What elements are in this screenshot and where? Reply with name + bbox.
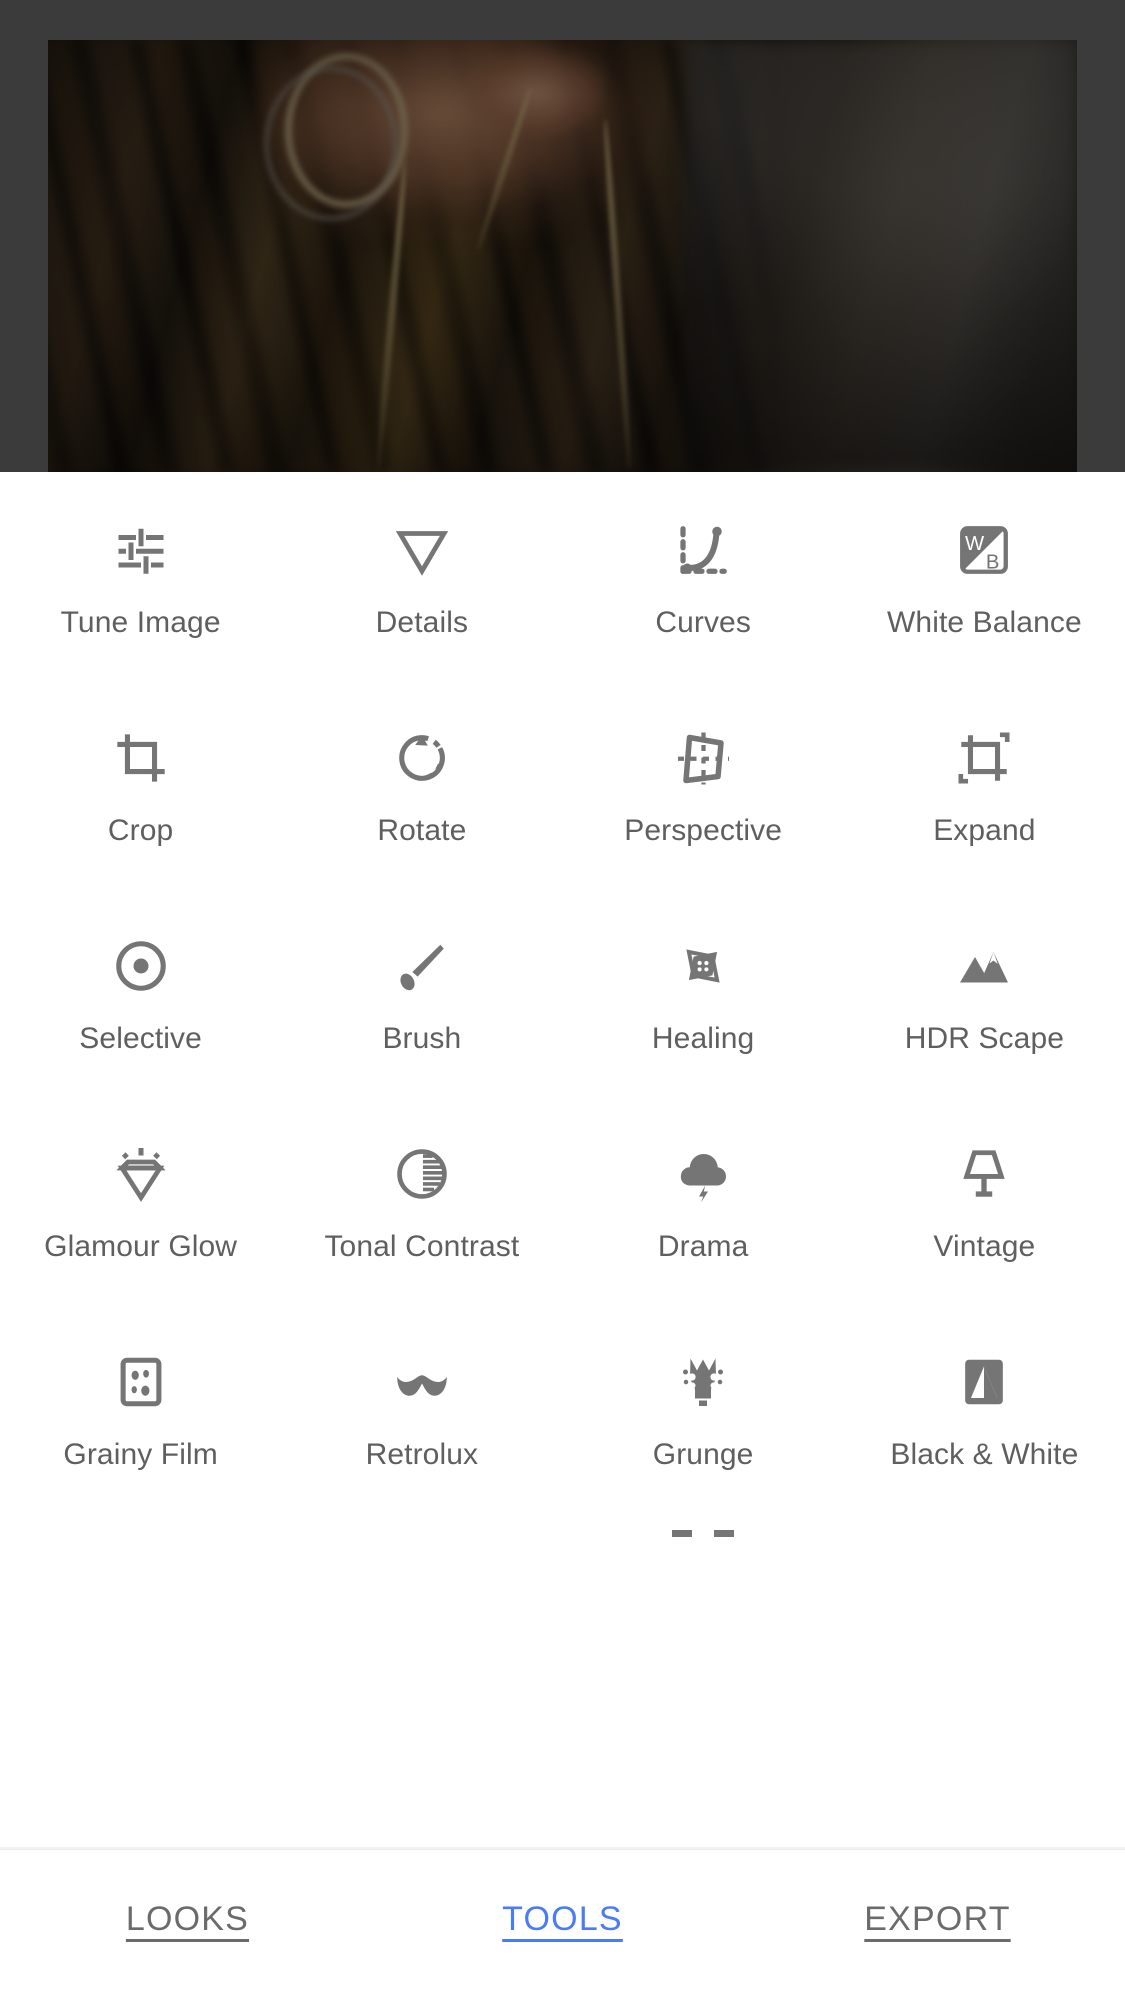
healing-bandage-icon <box>665 928 741 1004</box>
tab-export-label: EXPORT <box>864 1900 1011 1938</box>
tab-looks[interactable]: LOOKS <box>0 1850 375 1989</box>
drama-cloud-lightning-icon <box>665 1136 741 1212</box>
rotate-icon <box>384 720 460 796</box>
tool-tune-image[interactable]: Tune Image <box>0 490 281 698</box>
tools-grid-next-row-peek[interactable] <box>0 1530 1125 1556</box>
grunge-icon <box>665 1344 741 1420</box>
tonal-contrast-circle-icon <box>384 1136 460 1212</box>
peek-cell-3[interactable] <box>563 1530 844 1556</box>
tool-label: Grunge <box>652 1438 754 1471</box>
snapseed-tools-screen: Tune Image Details Curves W B White Bala… <box>0 0 1125 1989</box>
tune-sliders-icon <box>103 512 179 588</box>
tool-label: White Balance <box>887 606 1082 639</box>
tool-vintage[interactable]: Vintage <box>844 1114 1125 1322</box>
tool-label: Crop <box>107 814 174 847</box>
tool-label: Brush <box>382 1022 462 1055</box>
photo-dim-overlay <box>48 40 1077 472</box>
tool-retrolux[interactable]: Retrolux <box>281 1322 562 1530</box>
retrolux-mustache-icon <box>384 1344 460 1420</box>
tool-drama[interactable]: Drama <box>563 1114 844 1322</box>
selective-target-icon <box>103 928 179 1004</box>
tool-hdr-scape[interactable]: HDR Scape <box>844 906 1125 1114</box>
tool-label: HDR Scape <box>904 1022 1065 1055</box>
tool-label: Selective <box>79 1022 202 1055</box>
peek-cell-1[interactable] <box>0 1530 281 1556</box>
tool-label: Drama <box>657 1230 749 1263</box>
peek-cell-4[interactable] <box>844 1530 1125 1556</box>
tool-curves[interactable]: Curves <box>563 490 844 698</box>
tool-brush[interactable]: Brush <box>281 906 562 1114</box>
tool-details[interactable]: Details <box>281 490 562 698</box>
tab-tools-label: TOOLS <box>502 1900 623 1938</box>
bottom-tab-bar: LOOKS TOOLS EXPORT <box>0 1849 1125 1989</box>
tool-label: Black & White <box>890 1438 1079 1471</box>
tool-label: Tonal Contrast <box>324 1230 520 1263</box>
tool-healing[interactable]: Healing <box>563 906 844 1114</box>
partially-visible-tool-icon <box>658 1530 748 1556</box>
black-and-white-icon <box>946 1344 1022 1420</box>
tool-grainy-film[interactable]: Grainy Film <box>0 1322 281 1530</box>
grainy-film-icon <box>103 1344 179 1420</box>
vintage-lamp-icon <box>946 1136 1022 1212</box>
tool-label: Glamour Glow <box>44 1230 238 1263</box>
tool-perspective[interactable]: Perspective <box>563 698 844 906</box>
tool-label: Expand <box>933 814 1036 847</box>
tool-label: Perspective <box>624 814 783 847</box>
tool-label: Details <box>375 606 469 639</box>
tool-label: Rotate <box>377 814 467 847</box>
tools-panel: Tune Image Details Curves W B White Bala… <box>0 472 1125 1849</box>
tool-label: Healing <box>651 1022 755 1055</box>
tool-tonal-contrast[interactable]: Tonal Contrast <box>281 1114 562 1322</box>
tool-label: Curves <box>655 606 751 639</box>
tab-tools[interactable]: TOOLS <box>375 1850 750 1989</box>
perspective-icon <box>665 720 741 796</box>
tool-rotate[interactable]: Rotate <box>281 698 562 906</box>
hdr-mountains-icon <box>946 928 1022 1004</box>
tool-label: Tune Image <box>60 606 221 639</box>
tool-crop[interactable]: Crop <box>0 698 281 906</box>
peek-cell-2[interactable] <box>281 1530 562 1556</box>
curves-icon <box>665 512 741 588</box>
tool-label: Grainy Film <box>63 1438 218 1471</box>
tab-looks-label: LOOKS <box>125 1900 250 1938</box>
tool-expand[interactable]: Expand <box>844 698 1125 906</box>
tool-white-balance[interactable]: W B White Balance <box>844 490 1125 698</box>
panel-divider <box>0 1847 1125 1849</box>
glamour-glow-diamond-icon <box>103 1136 179 1212</box>
tool-black-and-white[interactable]: Black & White <box>844 1322 1125 1530</box>
photo-canvas[interactable] <box>48 40 1077 472</box>
tool-glamour-glow[interactable]: Glamour Glow <box>0 1114 281 1322</box>
tab-export[interactable]: EXPORT <box>750 1850 1125 1989</box>
photo-preview-area[interactable] <box>0 0 1125 472</box>
expand-icon <box>946 720 1022 796</box>
crop-icon <box>103 720 179 796</box>
svg-text:B: B <box>986 551 1000 573</box>
white-balance-wb-icon: W B <box>946 512 1022 588</box>
tool-label: Vintage <box>933 1230 1036 1263</box>
tool-selective[interactable]: Selective <box>0 906 281 1114</box>
details-triangle-icon <box>384 512 460 588</box>
tool-label: Retrolux <box>365 1438 479 1471</box>
brush-icon <box>384 928 460 1004</box>
svg-text:W: W <box>965 533 985 555</box>
tools-grid: Tune Image Details Curves W B White Bala… <box>0 472 1125 1530</box>
tool-grunge[interactable]: Grunge <box>563 1322 844 1530</box>
